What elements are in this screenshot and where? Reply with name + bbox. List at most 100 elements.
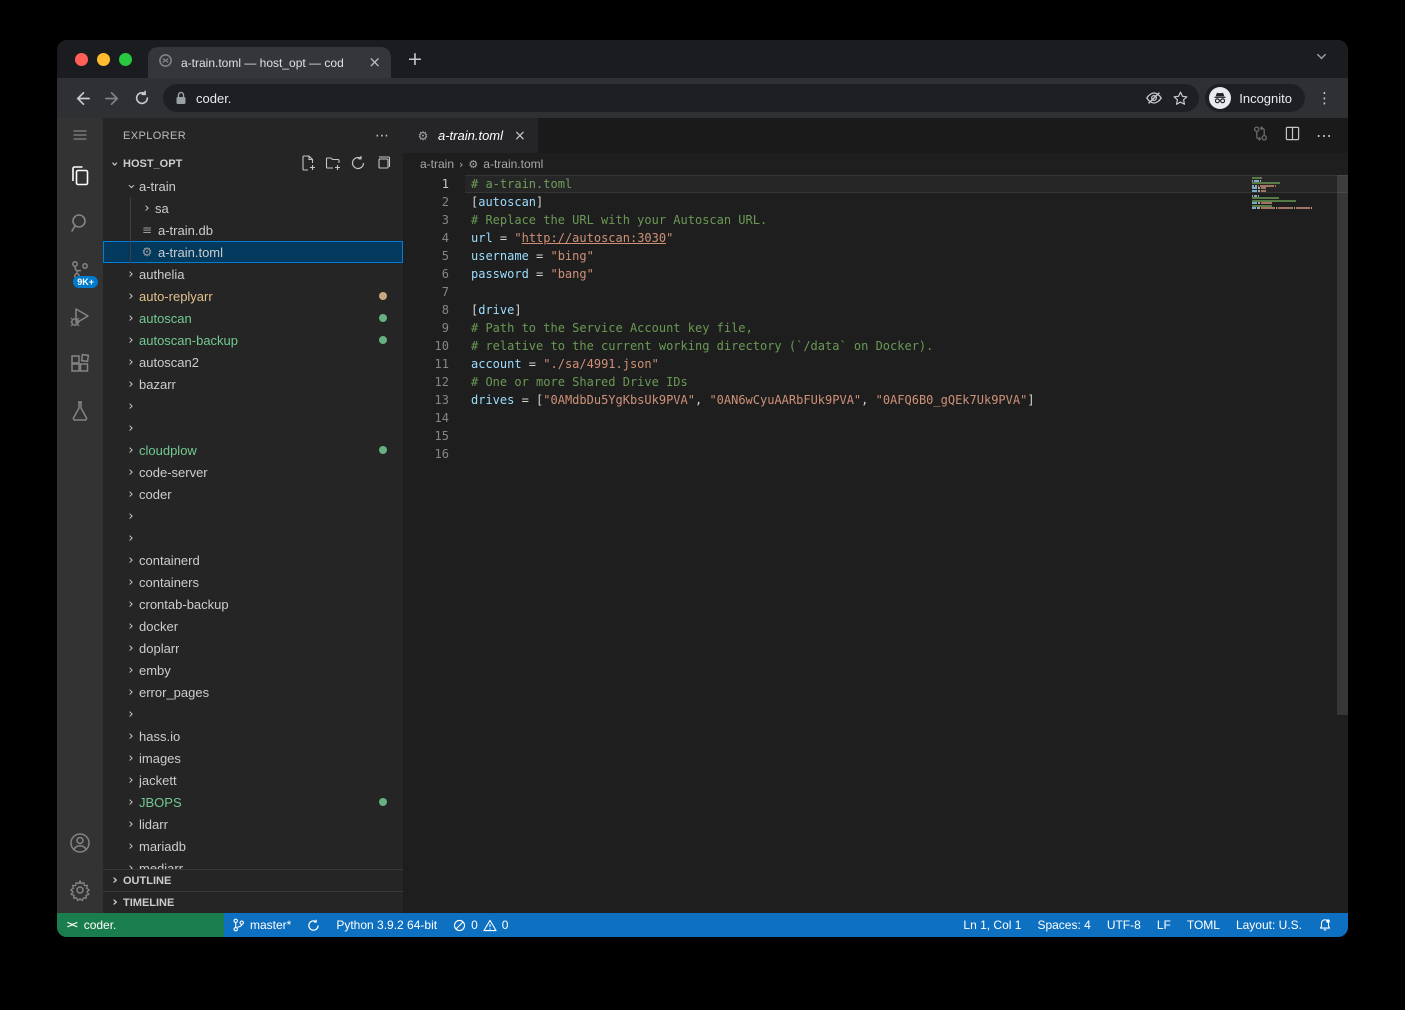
tree-item-cloudplow[interactable]: ›cloudplow <box>103 439 403 461</box>
code-line-10[interactable]: 10# relative to the current working dire… <box>403 337 1348 355</box>
search-icon[interactable] <box>57 199 103 246</box>
address-bar[interactable]: coder. <box>163 84 1199 112</box>
code-line-9[interactable]: 9# Path to the Service Account key file, <box>403 319 1348 337</box>
browser-menu-icon[interactable]: ⋮ <box>1305 89 1338 107</box>
tree-item-hass.io[interactable]: ›hass.io <box>103 725 403 747</box>
tree-item-authelia[interactable]: ›authelia <box>103 263 403 285</box>
open-changes-icon[interactable] <box>1252 125 1269 147</box>
tree-item-containerd[interactable]: ›containerd <box>103 549 403 571</box>
tree-item-a-train.toml[interactable]: ⚙a-train.toml <box>103 241 403 263</box>
tree-item-unnamed[interactable]: › <box>103 505 403 527</box>
breadcrumb-folder[interactable]: a-train <box>420 157 454 171</box>
tab-search-chevron-icon[interactable] <box>1315 50 1328 68</box>
tree-item-auto-replyarr[interactable]: ›auto-replyarr <box>103 285 403 307</box>
tree-item-unnamed[interactable]: › <box>103 527 403 549</box>
sync-status[interactable] <box>299 913 328 937</box>
language-mode[interactable]: TOML <box>1179 913 1228 937</box>
workspace-root[interactable]: › HOST_OPT <box>103 153 403 175</box>
split-editor-icon[interactable] <box>1285 126 1300 146</box>
tree-item-coder[interactable]: ›coder <box>103 483 403 505</box>
tree-item-sa[interactable]: ›sa <box>103 197 403 219</box>
eol-status[interactable]: LF <box>1149 913 1179 937</box>
notifications[interactable] <box>1310 913 1340 937</box>
run-debug-icon[interactable] <box>57 293 103 340</box>
eye-off-icon[interactable] <box>1145 89 1163 107</box>
cursor-position[interactable]: Ln 1, Col 1 <box>955 913 1029 937</box>
collapse-all-icon[interactable] <box>375 155 391 174</box>
explorer-more-actions-icon[interactable]: ⋯ <box>375 128 389 144</box>
back-button[interactable] <box>67 83 97 113</box>
zoom-window-button[interactable] <box>119 53 132 66</box>
code-line-14[interactable]: 14 <box>403 409 1348 427</box>
testing-icon[interactable] <box>57 387 103 434</box>
tree-item-autoscan[interactable]: ›autoscan <box>103 307 403 329</box>
indentation-status[interactable]: Spaces: 4 <box>1029 913 1098 937</box>
close-window-button[interactable] <box>75 53 88 66</box>
outline-section[interactable]: › OUTLINE <box>103 869 403 891</box>
tree-item-mariadb[interactable]: ›mariadb <box>103 835 403 857</box>
code-line-13[interactable]: 13drives = ["0AMdbDu5YgKbsUk9PVA", "0AN6… <box>403 391 1348 409</box>
new-tab-button[interactable]: + <box>391 48 423 78</box>
tree-item-doplarr[interactable]: ›doplarr <box>103 637 403 659</box>
tree-item-unnamed[interactable]: › <box>103 395 403 417</box>
python-interpreter[interactable]: Python 3.9.2 64-bit <box>328 913 445 937</box>
explorer-icon[interactable] <box>57 152 103 199</box>
breadcrumb[interactable]: a-train › ⚙ a-train.toml <box>403 153 1348 175</box>
account-icon[interactable] <box>57 819 103 866</box>
tree-item-containers[interactable]: ›containers <box>103 571 403 593</box>
editor-tab-close-icon[interactable]: × <box>514 128 526 144</box>
new-folder-icon[interactable] <box>325 155 341 174</box>
code-line-3[interactable]: 3# Replace the URL with your Autoscan UR… <box>403 211 1348 229</box>
tree-item-docker[interactable]: ›docker <box>103 615 403 637</box>
tree-item-images[interactable]: ›images <box>103 747 403 769</box>
breadcrumb-file[interactable]: a-train.toml <box>483 157 543 171</box>
tree-item-jackett[interactable]: ›jackett <box>103 769 403 791</box>
code-line-4[interactable]: 4url = "http://autoscan:3030" <box>403 229 1348 247</box>
editor-scrollbar[interactable] <box>1337 175 1348 715</box>
code-line-15[interactable]: 15 <box>403 427 1348 445</box>
new-file-icon[interactable] <box>300 155 316 174</box>
tree-item-unnamed[interactable]: › <box>103 417 403 439</box>
code-line-1[interactable]: 1# a-train.toml <box>403 175 1348 193</box>
minimap[interactable] <box>1252 177 1332 217</box>
editor-tab[interactable]: ⚙ a-train.toml × <box>403 118 539 153</box>
tree-item-autoscan2[interactable]: ›autoscan2 <box>103 351 403 373</box>
tree-item-JBOPS[interactable]: ›JBOPS <box>103 791 403 813</box>
encoding-status[interactable]: UTF-8 <box>1099 913 1149 937</box>
editor-more-icon[interactable]: ⋯ <box>1316 126 1332 145</box>
tree-item-unnamed[interactable]: › <box>103 703 403 725</box>
reload-button[interactable] <box>127 83 157 113</box>
code-line-11[interactable]: 11account = "./sa/4991.json" <box>403 355 1348 373</box>
tree-item-error_pages[interactable]: ›error_pages <box>103 681 403 703</box>
forward-button[interactable] <box>97 83 127 113</box>
minimize-window-button[interactable] <box>97 53 110 66</box>
tree-item-lidarr[interactable]: ›lidarr <box>103 813 403 835</box>
tab-close-icon[interactable]: × <box>366 55 383 70</box>
tree-item-emby[interactable]: ›emby <box>103 659 403 681</box>
tree-item-bazarr[interactable]: ›bazarr <box>103 373 403 395</box>
tree-item-a-train.db[interactable]: ≡a-train.db <box>103 219 403 241</box>
tree-item-autoscan-backup[interactable]: ›autoscan-backup <box>103 329 403 351</box>
code-editor[interactable]: 1# a-train.toml2[autoscan]3# Replace the… <box>403 175 1348 913</box>
tree-item-a-train[interactable]: ›a-train <box>103 175 403 197</box>
remote-indicator[interactable]: >< coder. <box>57 913 224 937</box>
code-line-16[interactable]: 16 <box>403 445 1348 463</box>
refresh-icon[interactable] <box>350 155 366 174</box>
code-line-6[interactable]: 6password = "bang" <box>403 265 1348 283</box>
code-line-2[interactable]: 2[autoscan] <box>403 193 1348 211</box>
keyboard-layout[interactable]: Layout: U.S. <box>1228 913 1310 937</box>
menu-icon[interactable] <box>57 118 103 152</box>
problems-status[interactable]: 0 0 <box>445 913 516 937</box>
code-line-12[interactable]: 12# One or more Shared Drive IDs <box>403 373 1348 391</box>
tree-item-mediarr[interactable]: ›mediarr <box>103 857 403 869</box>
extensions-icon[interactable] <box>57 340 103 387</box>
code-line-7[interactable]: 7 <box>403 283 1348 301</box>
git-branch-status[interactable]: master* <box>224 913 299 937</box>
tree-item-crontab-backup[interactable]: ›crontab-backup <box>103 593 403 615</box>
settings-gear-icon[interactable] <box>57 866 103 913</box>
bookmark-star-icon[interactable] <box>1172 90 1189 107</box>
timeline-section[interactable]: › TIMELINE <box>103 891 403 913</box>
source-control-icon[interactable]: 9K+ <box>57 246 103 293</box>
tree-item-code-server[interactable]: ›code-server <box>103 461 403 483</box>
url-text[interactable]: coder. <box>196 91 1136 106</box>
